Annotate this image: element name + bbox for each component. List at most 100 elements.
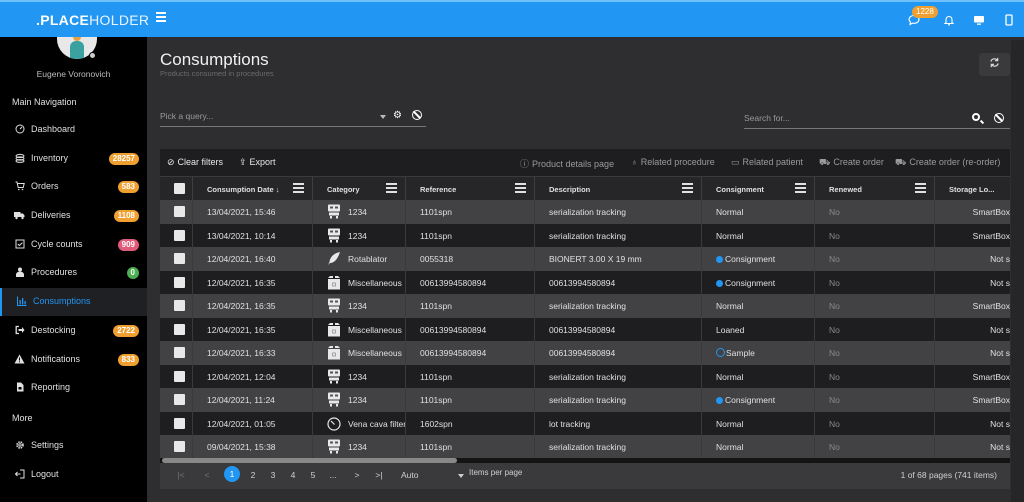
id-card-icon: ▭ [731,157,740,167]
next-page-button[interactable]: > [350,470,364,480]
row-checkbox[interactable] [174,441,185,452]
column-menu-icon[interactable] [515,183,526,195]
last-page-button[interactable]: >| [372,470,386,480]
gear-icon[interactable]: ⚙ [393,110,402,121]
category-cell: 1234 [313,388,406,412]
column-header-renewed[interactable]: Renewed [815,177,935,201]
product-details-button[interactable]: ⓘ Product details page [520,157,614,170]
sidebar-item-destocking[interactable]: Destocking 2722 [0,317,147,345]
table-row[interactable]: 12/04/2021, 16:35 1234 1101spn serializatio… [160,294,1010,318]
table-row[interactable]: 13/04/2021, 15:46 1234 1101spn serializatio… [160,200,1010,224]
column-header-consumption-date[interactable]: Consumption Date ↓ [193,177,313,201]
sidebar-item-orders[interactable]: Orders 583 [0,173,147,201]
row-checkbox[interactable] [174,370,185,382]
table-row[interactable]: 12/04/2021, 11:24 1234 1101spn serializatio… [160,388,1010,412]
query-picker[interactable]: Pick a query... ⚙ [160,107,426,127]
export-button[interactable]: ⇪ Export [239,157,276,168]
user-name: Eugene Voronovich [36,69,111,79]
row-checkbox[interactable] [174,253,185,264]
destocking-badge: 2722 [113,325,139,337]
column-menu-icon[interactable] [915,183,926,195]
brand-logo[interactable]: .PLACEHOLDER [36,12,149,28]
row-checkbox[interactable] [174,323,185,335]
column-menu-icon[interactable] [682,183,693,195]
page-button-5[interactable]: 5 [306,470,320,480]
date-cell: 12/04/2021, 16:35 [193,294,313,318]
reference-cell: 00613994580894 [406,341,535,365]
table-row[interactable]: 12/04/2021, 16:35 Miscellaneous 0061399458… [160,317,1010,341]
row-checkbox[interactable] [174,206,185,217]
row-checkbox[interactable] [174,276,185,288]
select-all-checkbox[interactable] [174,183,185,194]
description-cell: serialization tracking [535,200,702,224]
reference-cell: 1101spn [406,200,535,224]
table-row[interactable]: 13/04/2021, 10:14 1234 1101spn serializatio… [160,223,1010,247]
sidebar-item-deliveries[interactable]: Deliveries 1108 [0,202,147,230]
date-cell: 12/04/2021, 16:40 [193,247,313,271]
sidebar-item-dashboard[interactable]: Dashboard [0,116,147,144]
box-icon [327,322,341,337]
clear-filters-button[interactable]: ⊘ Clear filters [167,157,223,168]
page-ellipsis-button[interactable]: ... [326,470,340,480]
vertical-scrollbar-track[interactable] [1011,40,1024,502]
row-checkbox[interactable] [174,347,185,358]
ban-icon: ⊘ [167,157,175,167]
chevron-down-icon[interactable] [458,474,464,478]
bell-icon[interactable] [943,13,957,27]
table-row[interactable]: 12/04/2021, 16:33 Miscellaneous 0061399458… [160,341,1010,365]
first-page-button[interactable]: |< [174,470,188,480]
search-icon[interactable] [972,113,980,121]
menu-toggle-icon[interactable] [156,12,166,24]
prev-page-button[interactable]: < [200,470,214,480]
category-cell: Miscellaneous [313,317,406,341]
clear-query-icon[interactable] [412,110,422,120]
sidebar-item-reporting[interactable]: Reporting [0,374,147,402]
column-header-consignment[interactable]: Consignment [702,177,815,201]
sidebar-item-inventory[interactable]: Inventory 28257 [0,145,147,173]
sidebar-item-logout[interactable]: Logout [0,461,147,489]
table-row[interactable]: 12/04/2021, 12:04 1234 1101spn serializatio… [160,364,1010,388]
column-header-category[interactable]: Category [313,177,406,201]
column-menu-icon[interactable] [795,183,806,195]
page-button-3[interactable]: 3 [266,470,280,480]
logout-icon [14,469,25,480]
row-checkbox[interactable] [174,229,185,241]
table-row[interactable]: 09/04/2021, 15:38 1234 1101spn serializatio… [160,435,1010,459]
sidebar-item-cycle-counts[interactable]: Cycle counts 909 [0,231,147,259]
column-menu-icon[interactable] [386,183,397,195]
table-row[interactable]: 12/04/2021, 01:05 Vena cava filter 1602spn… [160,411,1010,435]
sidebar-item-procedures[interactable]: Procedures 0 [0,259,147,287]
clear-search-icon[interactable] [994,113,1004,123]
monitor-icon[interactable] [973,13,987,27]
search-input[interactable]: Search for... [744,109,1010,129]
refresh-button[interactable] [979,53,1010,76]
sidebar-item-notifications[interactable]: Notifications 833 [0,346,147,374]
tablet-icon[interactable] [1003,13,1017,27]
page-button-4[interactable]: 4 [286,470,300,480]
related-procedure-button[interactable]: ♁ Related procedure [631,157,715,167]
column-header-storage-location[interactable]: Storage Lo... [935,177,1010,201]
sidebar-item-settings[interactable]: Settings [0,432,147,460]
column-header-reference[interactable]: Reference [406,177,535,201]
column-header-description[interactable]: Description [535,177,702,201]
sidebar-item-label: Dashboard [31,124,76,134]
table-row[interactable]: 12/04/2021, 16:40 Rotablator 0055318 BIONER… [160,247,1010,271]
table-row[interactable]: 12/04/2021, 16:35 Miscellaneous 0061399458… [160,270,1010,294]
consignment-cell: Normal [702,411,815,435]
description-cell: serialization tracking [535,435,702,459]
row-checkbox[interactable] [174,394,185,405]
create-order-button[interactable]: ⛟ Create order [819,157,884,169]
row-checkbox[interactable] [174,300,185,311]
row-checkbox[interactable] [174,417,185,429]
page-title: Consumptions [160,50,269,69]
column-menu-icon[interactable] [293,183,304,195]
chevron-down-icon[interactable] [380,115,386,119]
related-patient-button[interactable]: ▭ Related patient [731,157,803,168]
page-button-2[interactable]: 2 [246,470,260,480]
sidebar-item-consumptions[interactable]: Consumptions [0,288,147,316]
description-cell: 00613994580894 [535,341,702,365]
gauge-icon [14,124,25,135]
create-reorder-button[interactable]: ⛟ Create order (re-order) [895,157,1000,169]
page-size-select[interactable]: Auto [401,470,419,480]
page-button-1[interactable]: 1 [224,466,240,482]
